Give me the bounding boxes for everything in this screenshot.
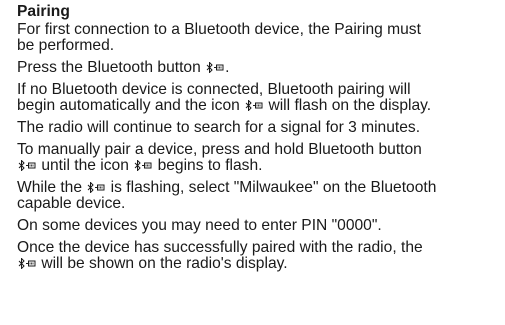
paragraph-line: be performed. (17, 37, 115, 54)
paragraph-manual-pairing: To manually pair a device, press and hol… (17, 142, 505, 174)
section-heading: Pairing (17, 3, 70, 20)
paragraph-press-button: Press the Bluetooth button . (17, 60, 505, 76)
paragraph-line: Press the Bluetooth button . (17, 60, 505, 76)
paragraph-line: begin automatically and the icon will fl… (17, 98, 505, 114)
bluetooth-icon (18, 160, 36, 171)
paragraph-paired: Once the device has successfully paired … (17, 240, 505, 272)
bluetooth-icon (18, 258, 36, 269)
bluetooth-icon (87, 182, 105, 193)
paragraph-search-duration: The radio will continue to search for a … (17, 120, 505, 136)
paragraph-line: until the icon begins to flash. (17, 158, 505, 174)
manual-page: Pairing For first connection to a Blueto… (17, 3, 505, 278)
bluetooth-icon (206, 62, 224, 73)
paragraph-line: Once the device has successfully paired … (17, 239, 423, 256)
paragraph-line: If no Bluetooth device is connected, Blu… (17, 81, 411, 98)
paragraph-text: . (225, 59, 230, 76)
bluetooth-icon (134, 160, 152, 171)
paragraph-select-device: While the is flashing, select "Milwaukee… (17, 180, 505, 212)
paragraph-text: until the icon (37, 157, 134, 174)
paragraph-text: will flash on the display. (264, 97, 432, 114)
paragraph-first-connection: For first connection to a Bluetooth devi… (17, 22, 505, 54)
bluetooth-icon (245, 100, 263, 111)
paragraph-pin: On some devices you may need to enter PI… (17, 218, 505, 234)
paragraph-line: For first connection to a Bluetooth devi… (17, 21, 421, 38)
paragraph-text: Press the Bluetooth button (17, 59, 206, 76)
paragraph-line: The radio will continue to search for a … (17, 119, 421, 136)
paragraph-text: begins to flash. (153, 157, 263, 174)
paragraph-text: is flashing, select "Milwaukee" on the B… (106, 179, 437, 196)
paragraph-line: To manually pair a device, press and hol… (17, 141, 422, 158)
paragraph-text: begin automatically and the icon (17, 97, 245, 114)
paragraph-auto-pairing: If no Bluetooth device is connected, Blu… (17, 82, 505, 114)
paragraph-text: will be shown on the radio's display. (37, 255, 288, 272)
paragraph-line: On some devices you may need to enter PI… (17, 217, 382, 234)
paragraph-line: While the is flashing, select "Milwaukee… (17, 180, 505, 196)
paragraph-text: While the (17, 179, 87, 196)
paragraph-line: capable device. (17, 195, 126, 212)
paragraph-line: will be shown on the radio's display. (17, 256, 505, 272)
